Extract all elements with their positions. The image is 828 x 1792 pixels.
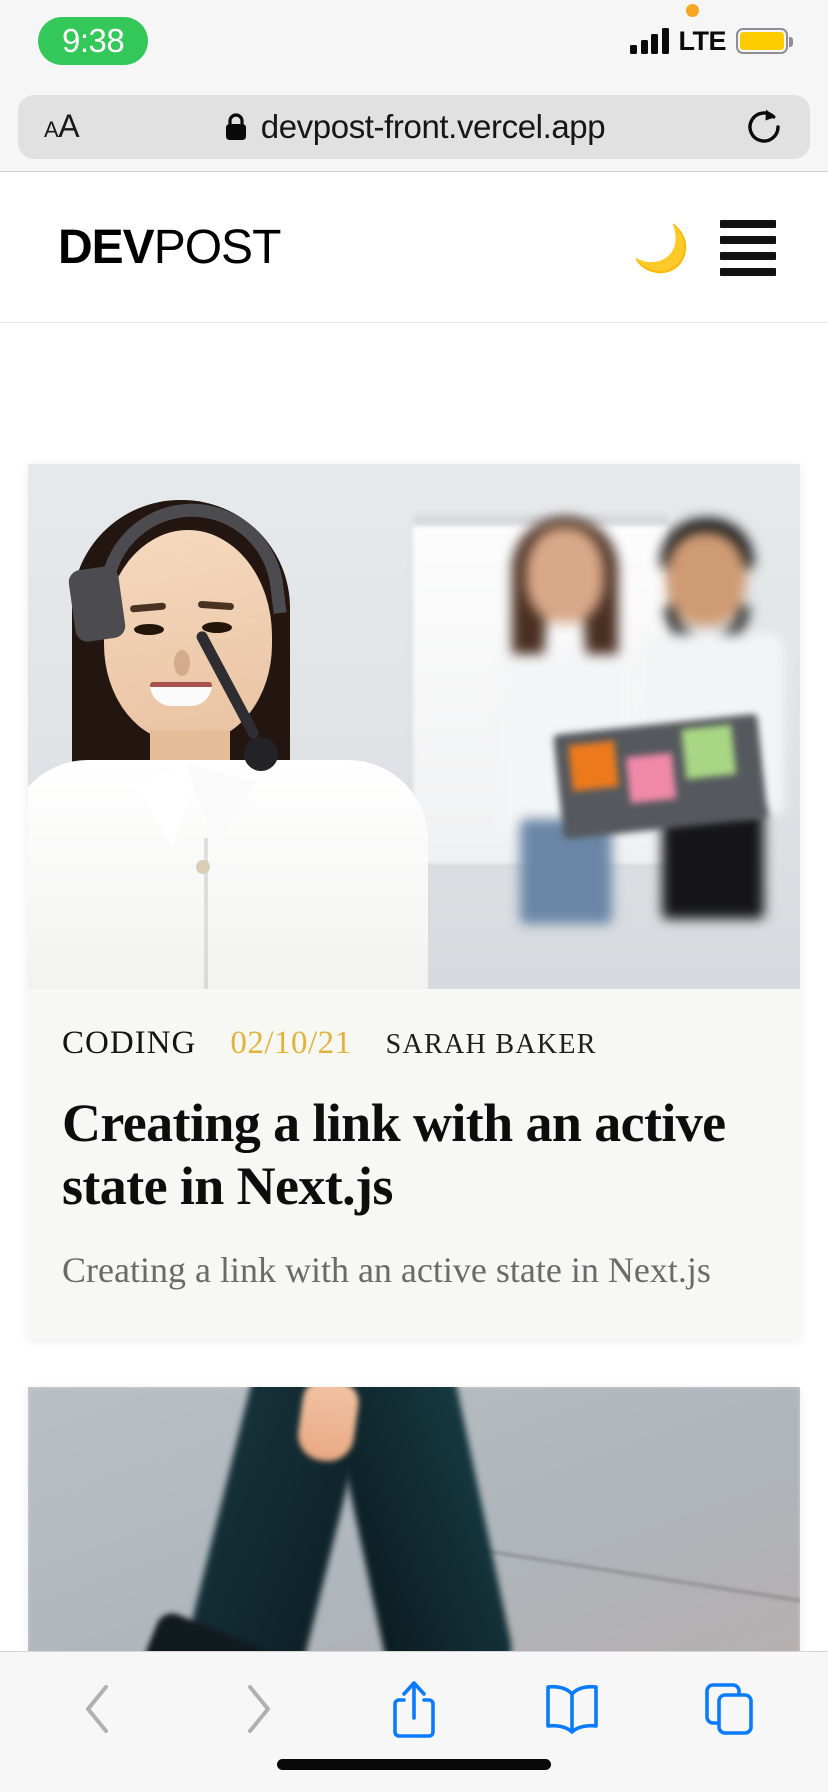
page-content: CODING 02/10/21 SARAH BAKER Creating a l… xyxy=(0,324,828,1651)
hamburger-menu-icon[interactable] xyxy=(720,219,776,276)
text-size-large-a: A xyxy=(58,108,80,144)
battery-icon xyxy=(736,28,793,54)
status-bar: 9:38 LTE xyxy=(0,0,828,82)
site-logo[interactable]: DEVPOST xyxy=(58,220,282,274)
status-time-pill[interactable]: 9:38 xyxy=(38,17,149,65)
status-time: 9:38 xyxy=(62,21,125,59)
header-actions: 🌙 xyxy=(633,219,776,276)
article-title[interactable]: Creating a link with an active state in … xyxy=(62,1092,766,1218)
share-icon xyxy=(393,1681,435,1738)
reload-button[interactable] xyxy=(744,106,784,148)
address-display: devpost-front.vercel.app xyxy=(18,108,810,146)
support-agent-photo xyxy=(28,464,800,989)
article-meta: CODING 02/10/21 SARAH BAKER xyxy=(62,1025,766,1062)
article-date: 02/10/21 xyxy=(230,1025,352,1061)
article-card-body: CODING 02/10/21 SARAH BAKER Creating a l… xyxy=(28,989,800,1339)
network-type-label: LTE xyxy=(678,25,727,56)
cellular-signal-icon xyxy=(630,28,669,54)
article-card[interactable]: CODING 02/10/21 SARAH BAKER Creating a l… xyxy=(28,464,800,1339)
article-author[interactable]: SARAH BAKER xyxy=(386,1029,597,1061)
browser-address-bar-container: AA devpost-front.vercel.app xyxy=(0,82,828,172)
browser-toolbar xyxy=(0,1651,828,1792)
article-category[interactable]: CODING xyxy=(62,1025,196,1062)
reload-icon xyxy=(748,109,780,143)
privacy-indicator-dot xyxy=(686,3,699,17)
text-size-button[interactable]: AA xyxy=(44,108,80,145)
iphone-safari-screen: 9:38 LTE AA devpost-front.vercel.app DEV… xyxy=(0,0,828,1792)
home-indicator xyxy=(277,1759,551,1770)
chevron-right-icon xyxy=(247,1685,270,1733)
article-thumbnail[interactable] xyxy=(28,464,800,989)
forward-button[interactable] xyxy=(214,1674,300,1744)
tabs-icon xyxy=(705,1683,753,1735)
back-button[interactable] xyxy=(56,1674,142,1744)
book-icon xyxy=(545,1684,598,1734)
bookmarks-button[interactable] xyxy=(529,1674,615,1744)
article-excerpt: Creating a link with an active state in … xyxy=(62,1250,711,1291)
logo-post: POST xyxy=(153,220,282,274)
logo-dev: DEV xyxy=(58,220,155,274)
site-header: DEVPOST 🌙 xyxy=(0,173,828,323)
walking-person-photo xyxy=(28,1386,800,1651)
tabs-button[interactable] xyxy=(686,1674,772,1744)
lock-icon xyxy=(225,112,246,140)
url-text: devpost-front.vercel.app xyxy=(260,107,606,145)
article-thumbnail[interactable] xyxy=(28,1386,800,1651)
address-bar[interactable]: AA devpost-front.vercel.app xyxy=(18,94,810,159)
article-card[interactable] xyxy=(28,1386,800,1651)
chevron-left-icon xyxy=(86,1685,108,1733)
share-button[interactable] xyxy=(371,1674,457,1744)
moon-icon[interactable]: 🌙 xyxy=(633,225,690,271)
text-size-small-a: A xyxy=(44,117,59,142)
status-right-group: LTE xyxy=(630,3,794,57)
